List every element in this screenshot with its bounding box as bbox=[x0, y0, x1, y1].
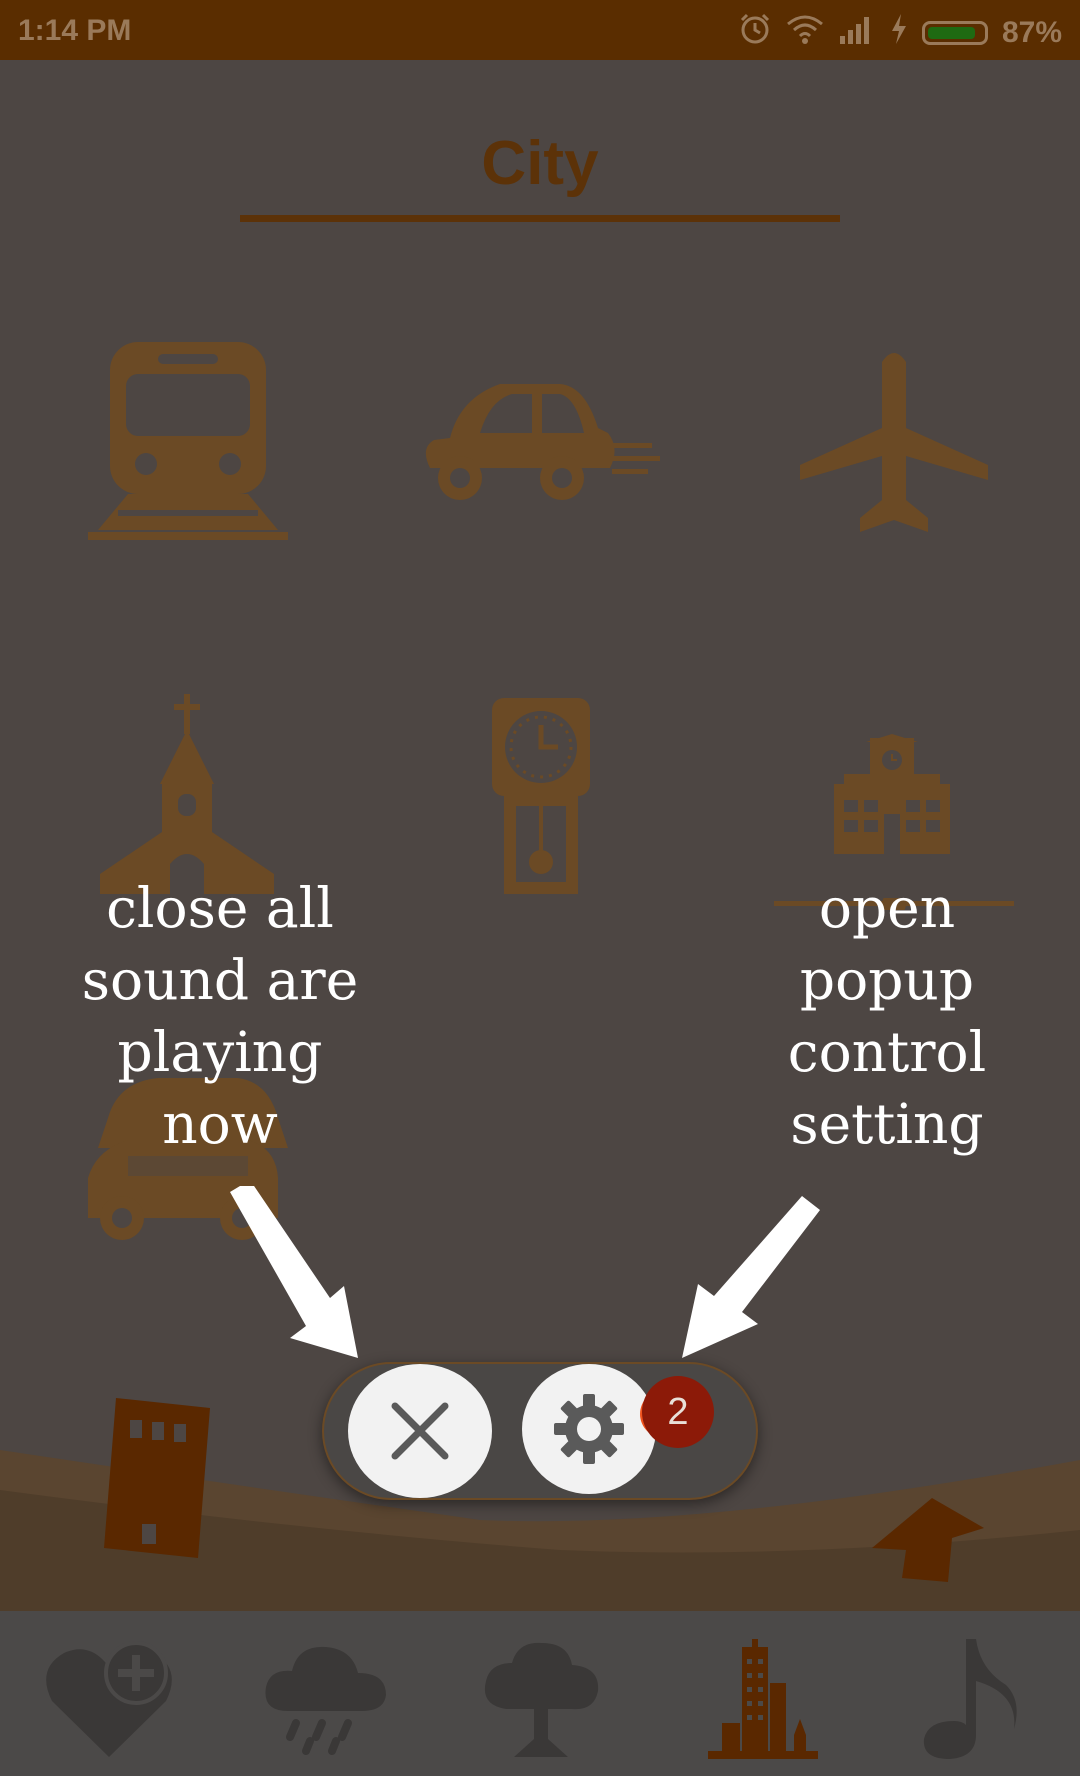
help-line: open bbox=[818, 876, 956, 940]
title-underline bbox=[240, 215, 840, 222]
wifi-icon bbox=[786, 14, 824, 52]
help-line: setting bbox=[790, 1092, 984, 1156]
nav-nature[interactable] bbox=[476, 1639, 606, 1759]
arrow-to-close-icon bbox=[230, 1186, 358, 1358]
school-icon[interactable] bbox=[834, 734, 950, 854]
nav-city[interactable] bbox=[700, 1639, 830, 1759]
gear-icon bbox=[554, 1394, 624, 1464]
airplane-icon[interactable] bbox=[800, 350, 988, 532]
status-bar: 1:14 PM 87% bbox=[0, 0, 1080, 60]
arrow-to-settings-icon bbox=[682, 1196, 820, 1358]
help-line: control bbox=[787, 1020, 987, 1084]
tree-icon bbox=[484, 1642, 599, 1757]
help-line: popup bbox=[799, 948, 975, 1012]
playing-count-badge: 2 bbox=[642, 1376, 714, 1448]
rain-icon bbox=[265, 1646, 386, 1755]
train-icon[interactable] bbox=[88, 342, 288, 544]
favorites-add-icon bbox=[46, 1641, 172, 1757]
signal-icon bbox=[838, 14, 876, 52]
status-icons: 87% bbox=[738, 12, 1062, 54]
help-line: now bbox=[162, 1092, 278, 1156]
settings-button[interactable] bbox=[522, 1364, 656, 1494]
battery-icon bbox=[921, 21, 988, 45]
nav-music[interactable] bbox=[910, 1639, 1040, 1759]
help-line: sound are bbox=[81, 948, 359, 1012]
church-icon[interactable] bbox=[100, 694, 274, 894]
help-text-settings: open popup control setting bbox=[752, 872, 1022, 1160]
battery-percent: 87% bbox=[1001, 16, 1062, 49]
nav-favorites[interactable] bbox=[44, 1639, 174, 1759]
close-all-button[interactable] bbox=[348, 1364, 492, 1498]
charging-icon bbox=[890, 14, 908, 52]
clock-icon[interactable] bbox=[492, 698, 590, 894]
page-title: City bbox=[481, 129, 599, 198]
close-icon bbox=[391, 1402, 449, 1460]
city-icon bbox=[708, 1639, 818, 1759]
status-time: 1:14 PM bbox=[18, 14, 132, 47]
car-icon[interactable] bbox=[420, 378, 660, 508]
battery-fill bbox=[927, 27, 975, 39]
help-text-close-all: close all sound are playing now bbox=[60, 872, 380, 1160]
nav-rain[interactable] bbox=[262, 1639, 392, 1759]
music-note-icon bbox=[923, 1639, 1017, 1759]
help-line: close all bbox=[106, 876, 334, 940]
house-arrow-icon bbox=[872, 1498, 984, 1582]
building-tilted-icon bbox=[104, 1398, 210, 1558]
help-line: playing bbox=[117, 1020, 323, 1084]
alarm-icon bbox=[738, 12, 772, 54]
bottom-nav bbox=[0, 1611, 1080, 1776]
